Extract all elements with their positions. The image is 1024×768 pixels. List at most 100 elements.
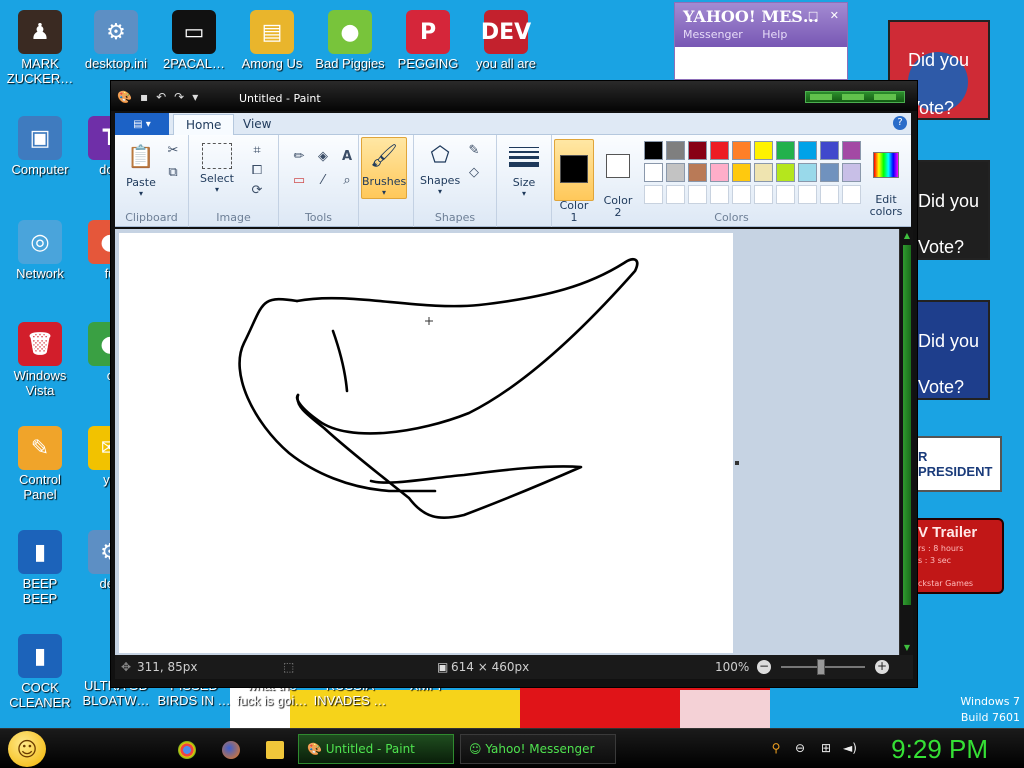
paste-button[interactable]: 📋 Paste ▾ — [121, 141, 161, 199]
network-icon[interactable]: ⊞ — [818, 741, 834, 757]
palette-swatch[interactable] — [644, 163, 663, 182]
size-button[interactable]: Size ▾ — [501, 141, 547, 198]
shape-fill-icon[interactable]: ◇ — [464, 163, 484, 181]
palette-swatch[interactable] — [776, 141, 795, 160]
taskbar-yahoo[interactable]: ☺ Yahoo! Messenger — [460, 734, 616, 764]
palette-swatch[interactable] — [688, 141, 707, 160]
canvas-resize-handle[interactable] — [735, 461, 739, 465]
desktop-icon[interactable]: ▮ COCK CLEANER — [0, 630, 80, 710]
palette-swatch[interactable] — [688, 163, 707, 182]
palette-swatch[interactable] — [754, 141, 773, 160]
crop-icon[interactable]: ⌗ — [247, 141, 267, 159]
fill-icon[interactable]: ◈ — [313, 147, 333, 165]
yahoo-window-controls[interactable]: _ □ ✕ — [791, 9, 843, 22]
palette-swatch[interactable] — [666, 163, 685, 182]
resize-icon[interactable]: ⧠ — [247, 161, 267, 179]
shapes-button[interactable]: ⬠ Shapes ▾ — [420, 139, 460, 197]
undo-icon[interactable]: ↶ — [156, 90, 166, 104]
palette-swatch[interactable] — [820, 163, 839, 182]
palette-swatch[interactable] — [710, 163, 729, 182]
chrome-icon[interactable] — [178, 741, 196, 759]
desktop-icon[interactable]: ⚙ desktop.ini — [76, 6, 156, 71]
minimize-button[interactable] — [810, 94, 832, 100]
palette-swatch[interactable] — [798, 185, 817, 204]
maximize-button[interactable] — [842, 94, 864, 100]
color-picker-icon[interactable]: ⁄ — [313, 171, 333, 189]
start-button[interactable]: ☺ — [8, 731, 46, 767]
palette-swatch[interactable] — [798, 141, 817, 160]
paint-menu-button[interactable]: ▤ ▾ — [115, 113, 169, 135]
palette-swatch[interactable] — [666, 141, 685, 160]
taskbar-paint[interactable]: 🎨 Untitled - Paint — [298, 734, 454, 764]
zoom-in-button[interactable]: + — [875, 660, 889, 674]
desktop-icon[interactable]: 🗑 Windows Vista — [0, 318, 80, 398]
palette-swatch[interactable] — [842, 141, 861, 160]
volume-icon[interactable]: ◄) — [842, 741, 858, 757]
redo-icon[interactable]: ↷ — [174, 90, 184, 104]
trailer-gadget[interactable]: V Trailer rs : 8 hours s : 3 sec ckstar … — [912, 518, 1004, 594]
yahoo-menu-messenger[interactable]: Messenger — [683, 28, 743, 41]
desktop-icon[interactable]: ▣ Computer — [0, 112, 80, 177]
palette-swatch[interactable] — [842, 163, 861, 182]
palette-swatch[interactable] — [754, 163, 773, 182]
drawing-canvas[interactable] — [119, 233, 733, 653]
palette-swatch[interactable] — [710, 141, 729, 160]
palette-swatch[interactable] — [776, 185, 795, 204]
help-icon[interactable]: ? — [893, 116, 907, 130]
palette-swatch[interactable] — [798, 163, 817, 182]
yahoo-titlebar[interactable]: YAHOO! MES… Messenger Help _ □ ✕ — [675, 3, 847, 47]
desktop-icon[interactable]: ♟ MARK ZUCKER… — [0, 6, 80, 86]
palette-swatch[interactable] — [820, 141, 839, 160]
minus-icon[interactable]: ⊖ — [792, 741, 808, 757]
palette-swatch[interactable] — [776, 163, 795, 182]
desktop-icon[interactable]: ▤ Among Us — [232, 6, 312, 71]
desktop-icon[interactable]: DEV you all are — [466, 6, 546, 71]
window-controls[interactable] — [805, 91, 905, 103]
yahoo-messenger-window[interactable]: YAHOO! MES… Messenger Help _ □ ✕ — [674, 2, 848, 80]
palette-swatch[interactable] — [732, 141, 751, 160]
magnifier-icon[interactable]: ⌕ — [337, 171, 357, 189]
palette-swatch[interactable] — [666, 185, 685, 204]
palette-swatch[interactable] — [644, 185, 663, 204]
explorer-icon[interactable] — [266, 741, 284, 759]
save-icon[interactable]: ▪ — [140, 90, 148, 104]
palette-swatch[interactable] — [644, 141, 663, 160]
tab-view[interactable]: View — [231, 114, 283, 135]
vertical-scrollbar[interactable]: ▲ ▼ — [899, 229, 913, 655]
paint-titlebar[interactable]: 🎨 ▪ ↶ ↷ ▾ Untitled - Paint — [111, 81, 917, 111]
desktop-icon[interactable]: ◎ Network — [0, 216, 80, 281]
customize-qa-icon[interactable]: ▾ — [192, 90, 198, 104]
color1-button[interactable]: Color 1 — [554, 139, 594, 224]
select-button[interactable]: Select ▾ — [197, 143, 237, 194]
eraser-icon[interactable]: ▭ — [289, 171, 309, 189]
desktop-icon[interactable]: ▮ BEEP BEEP — [0, 526, 80, 606]
palette-swatch[interactable] — [820, 185, 839, 204]
rotate-icon[interactable]: ⟳ — [247, 181, 267, 199]
pencil-icon[interactable]: ✏ — [289, 147, 309, 165]
palette-swatch[interactable] — [754, 185, 773, 204]
scroll-up-icon[interactable]: ▲ — [902, 231, 912, 241]
desktop-icon[interactable]: ● Bad Piggies — [310, 6, 390, 71]
search-icon[interactable]: ⚲ — [768, 741, 784, 757]
palette-swatch[interactable] — [732, 163, 751, 182]
scroll-down-icon[interactable]: ▼ — [902, 643, 912, 653]
zoom-out-button[interactable]: − — [757, 660, 771, 674]
cut-icon[interactable]: ✂ — [163, 141, 183, 159]
palette-swatch[interactable] — [710, 185, 729, 204]
palette-swatch[interactable] — [842, 185, 861, 204]
palette-swatch[interactable] — [732, 185, 751, 204]
close-button[interactable] — [874, 94, 896, 100]
brushes-button[interactable]: 🖌 Brushes ▾ — [361, 137, 407, 199]
firefox-icon[interactable] — [222, 741, 240, 759]
zoom-slider-thumb[interactable] — [817, 659, 825, 675]
copy-icon[interactable]: ⧉ — [163, 163, 183, 181]
tab-home[interactable]: Home — [173, 114, 235, 135]
outline-icon[interactable]: ✎ — [464, 141, 484, 159]
clock[interactable]: 9:29 PM — [891, 734, 988, 765]
yahoo-menu-help[interactable]: Help — [762, 28, 787, 41]
text-icon[interactable]: A — [337, 147, 357, 165]
scroll-thumb[interactable] — [903, 245, 911, 605]
desktop-icon[interactable]: P PEGGING — [388, 6, 468, 71]
desktop-icon[interactable]: ▭ 2PACAL… — [154, 6, 234, 71]
palette-swatch[interactable] — [688, 185, 707, 204]
